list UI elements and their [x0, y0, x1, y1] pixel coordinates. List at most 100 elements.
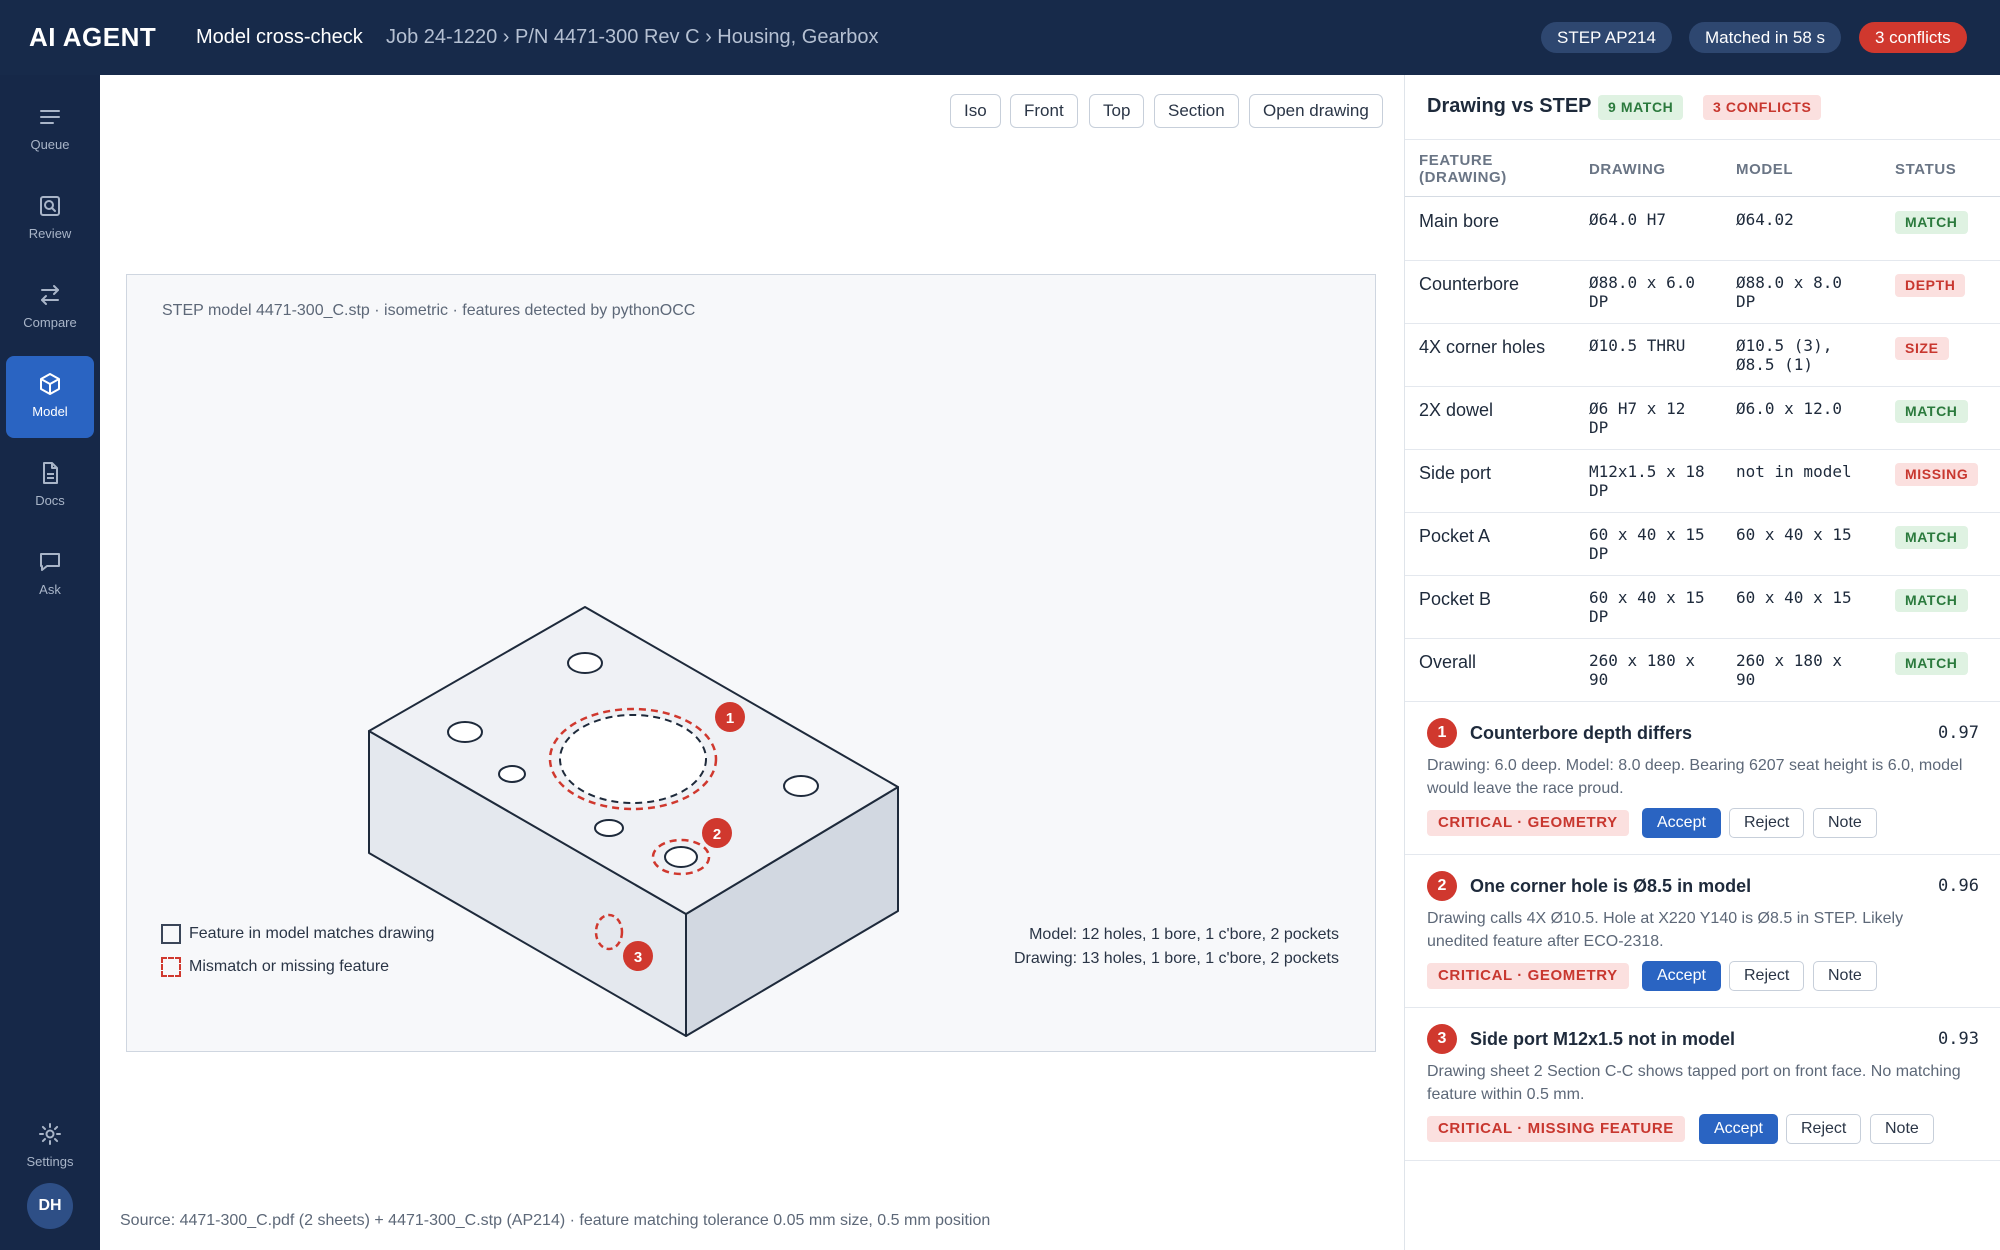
reject-button[interactable]: Reject — [1729, 808, 1805, 838]
nav-label: Docs — [35, 493, 65, 508]
accept-button[interactable]: Accept — [1642, 808, 1721, 838]
issue-card[interactable]: 1 Counterbore depth differs 0.97 Drawing… — [1405, 702, 2000, 855]
drawing-cell: 60 x 40 x 15 DP — [1589, 525, 1705, 563]
issue-card[interactable]: 3 Side port M12x1.5 not in model 0.93 Dr… — [1405, 1008, 2000, 1161]
legend-mismatch-swatch — [161, 957, 181, 977]
main-bore[interactable] — [559, 714, 707, 804]
accept-button[interactable]: Accept — [1699, 1114, 1778, 1144]
nav-item-queue[interactable]: Queue — [6, 89, 94, 171]
marker-number: 1 — [726, 710, 734, 727]
nav-item-ask[interactable]: Ask — [6, 534, 94, 616]
note-button[interactable]: Note — [1813, 808, 1877, 838]
app-brand: AI AGENT — [29, 22, 157, 52]
status-badge: MATCH — [1895, 400, 1968, 423]
chat-icon — [40, 553, 60, 571]
feature-cell: Side port — [1419, 463, 1492, 483]
feature-cell: Pocket B — [1419, 589, 1492, 609]
screen-title: Model cross-check — [196, 26, 363, 48]
side-nav: Queue Review Compare Model Docs Ask Sett… — [0, 75, 100, 1250]
table-row[interactable]: Counterbore Ø88.0 x 6.0 DP Ø88.0 x 8.0 D… — [1405, 261, 2000, 324]
legend-mismatch: Mismatch or missing feature — [161, 957, 389, 977]
reject-button[interactable]: Reject — [1786, 1114, 1862, 1144]
issue-title: Side port M12x1.5 not in model — [1470, 1029, 1736, 1049]
legend-mismatch-label: Mismatch or missing feature — [189, 958, 390, 976]
col-drawing[interactable]: DRAWING — [1589, 161, 1666, 178]
model-cell: Ø10.5 (3), Ø8.5 (1) — [1736, 336, 1833, 374]
nav-item-model[interactable]: Model — [6, 356, 94, 438]
view-iso-button[interactable]: Iso — [950, 94, 1001, 128]
hole[interactable] — [567, 652, 603, 674]
table-row[interactable]: 4X corner holes Ø10.5 THRU Ø10.5 (3), Ø8… — [1405, 324, 2000, 387]
nav-label: Compare — [23, 315, 77, 330]
hole[interactable] — [783, 775, 819, 797]
table-row[interactable]: 2X dowel Ø6 H7 x 12 DP Ø6.0 x 12.0 MATCH — [1405, 387, 2000, 450]
table-row[interactable]: Pocket A 60 x 40 x 15 DP 60 x 40 x 15 MA… — [1405, 513, 2000, 576]
table-row[interactable]: Side port M12x1.5 x 18 DP not in model M… — [1405, 450, 2000, 513]
match-time-pill: Matched in 58 s — [1689, 22, 1842, 53]
open-drawing-button[interactable]: Open drawing — [1249, 94, 1383, 128]
reject-button[interactable]: Reject — [1729, 961, 1805, 991]
feature-cell: Main bore — [1419, 211, 1500, 231]
legend-match: Feature in model matches drawing — [161, 924, 434, 944]
nav-label: Ask — [39, 582, 61, 597]
conflict-count-badge: 3 CONFLICTS — [1703, 95, 1822, 120]
col-model[interactable]: MODEL — [1736, 161, 1793, 178]
feature-cell: Counterbore — [1419, 274, 1520, 294]
accept-button[interactable]: Accept — [1642, 961, 1721, 991]
nav-item-review[interactable]: Review — [6, 178, 94, 260]
nav-item-settings[interactable]: Settings — [6, 1106, 94, 1188]
document-icon — [43, 462, 58, 484]
nav-label: Review — [28, 226, 72, 241]
issue-title: Counterbore depth differs — [1470, 723, 1693, 743]
hole[interactable] — [664, 846, 698, 868]
hole[interactable] — [447, 721, 483, 743]
marker-1[interactable]: 1 — [715, 702, 745, 732]
feature-cell: Pocket A — [1419, 526, 1491, 546]
table-row[interactable]: Overall 260 x 180 x 90 260 x 180 x 90 MA… — [1405, 639, 2000, 702]
drawing-cell: Ø10.5 THRU — [1589, 336, 1686, 355]
table-row[interactable]: Pocket B 60 x 40 x 15 DP 60 x 40 x 15 MA… — [1405, 576, 2000, 639]
hole[interactable] — [594, 819, 624, 837]
note-button[interactable]: Note — [1813, 961, 1877, 991]
status-badge: MISSING — [1895, 463, 1979, 486]
issue-number: 2 — [1427, 871, 1457, 901]
view-section-button[interactable]: Section — [1154, 94, 1239, 128]
comparison-panel: Drawing vs STEP 9 MATCH 3 CONFLICTS FEAT… — [1404, 75, 2000, 1250]
model-cell: Ø6.0 x 12.0 — [1736, 399, 1842, 418]
gear-icon — [39, 1123, 61, 1145]
issue-description: Drawing calls 4X Ø10.5. Hole at X220 Y14… — [1427, 910, 1904, 950]
marker-number: 2 — [713, 826, 721, 843]
nav-item-docs[interactable]: Docs — [6, 445, 94, 527]
marker-3[interactable]: 3 — [623, 941, 653, 971]
compare-arrows-icon — [41, 285, 59, 305]
hole[interactable] — [498, 765, 526, 783]
model-viewer: Iso Front Top Section Open drawing STEP … — [100, 75, 1404, 1250]
col-feature[interactable]: FEATURE (DRAWING) — [1419, 152, 1569, 186]
legend-match-swatch — [161, 924, 181, 944]
model-cell: 60 x 40 x 15 — [1736, 525, 1852, 544]
view-front-button[interactable]: Front — [1010, 94, 1078, 128]
status-badge: MATCH — [1895, 589, 1968, 612]
model-cell: Ø64.02 — [1736, 210, 1794, 229]
issue-title: One corner hole is Ø8.5 in model — [1470, 876, 1752, 896]
status-badge: DEPTH — [1895, 274, 1966, 297]
severity-tag: CRITICAL · MISSING FEATURE — [1427, 1116, 1685, 1142]
model-cell: 260 x 180 x 90 — [1736, 651, 1842, 689]
drawing-cell: 60 x 40 x 15 DP — [1589, 588, 1705, 626]
marker-number: 3 — [634, 949, 642, 966]
cube-icon — [40, 373, 60, 395]
drawing-cell: Ø6 H7 x 12 DP — [1589, 399, 1686, 437]
breadcrumb[interactable]: Job 24-1220 › P/N 4471-300 Rev C › Housi… — [386, 26, 879, 49]
drawing-cell: Ø88.0 x 6.0 DP — [1589, 273, 1695, 311]
nav-item-compare[interactable]: Compare — [6, 267, 94, 349]
col-status[interactable]: STATUS — [1895, 161, 1956, 178]
table-row[interactable]: Main bore Ø64.0 H7 Ø64.02 MATCH — [1405, 198, 2000, 261]
marker-2[interactable]: 2 — [702, 818, 732, 848]
note-button[interactable]: Note — [1870, 1114, 1934, 1144]
conflicts-pill[interactable]: 3 conflicts — [1859, 22, 1967, 53]
severity-tag: CRITICAL · GEOMETRY — [1427, 810, 1629, 836]
view-top-button[interactable]: Top — [1089, 94, 1145, 128]
user-avatar[interactable]: DH — [27, 1183, 73, 1229]
viewport-3d[interactable]: STEP model 4471-300_C.stp · isometric · … — [126, 274, 1376, 1052]
issue-card[interactable]: 2 One corner hole is Ø8.5 in model 0.96 … — [1405, 855, 2000, 1008]
